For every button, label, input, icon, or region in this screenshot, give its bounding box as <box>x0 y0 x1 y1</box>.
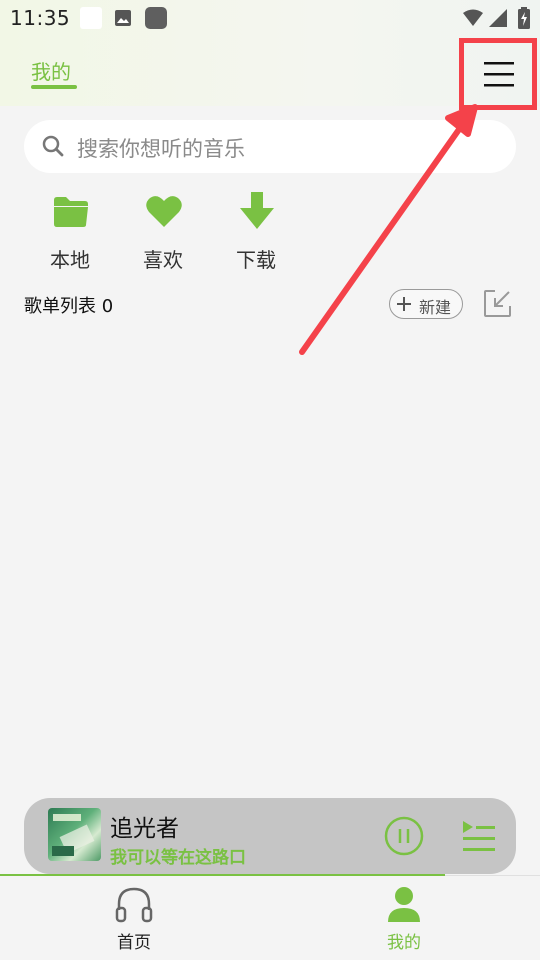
plus-icon <box>397 297 411 311</box>
tab-indicator <box>31 85 77 89</box>
pause-icon[interactable] <box>384 816 424 856</box>
local-label: 本地 <box>50 248 90 272</box>
search-bar[interactable]: 搜索你想听的音乐 <box>24 120 516 173</box>
song-title: 追光者 <box>110 816 179 842</box>
status-time: 11:35 <box>10 6 71 30</box>
headphones-icon <box>115 887 153 923</box>
nav-mine-label: 我的 <box>387 933 421 953</box>
local-button[interactable]: 本地 <box>40 192 100 272</box>
new-playlist-label: 新建 <box>419 298 452 317</box>
playlist-count-title: 歌单列表 0 <box>24 296 114 317</box>
nav-home[interactable]: 首页 <box>94 882 174 954</box>
mini-player[interactable]: 追光者 我可以等在这路口 <box>24 798 516 874</box>
signal-icon <box>489 9 507 27</box>
search-icon <box>42 135 64 157</box>
image-icon <box>115 10 131 26</box>
download-label: 下载 <box>236 248 276 272</box>
tab-mine[interactable]: 我的 <box>31 56 71 85</box>
favorites-button[interactable]: 喜欢 <box>133 192 193 272</box>
new-playlist-button[interactable]: 新建 <box>389 289 463 319</box>
folder-icon <box>54 197 88 227</box>
battery-icon <box>518 7 530 29</box>
status-bar: 11:35 <box>0 0 540 36</box>
search-placeholder: 搜索你想听的音乐 <box>77 137 245 161</box>
wifi-icon <box>463 9 483 26</box>
heart-icon <box>146 196 182 227</box>
app-notification-icon <box>145 7 167 29</box>
menu-icon <box>484 62 514 87</box>
download-button[interactable]: 下载 <box>226 192 286 272</box>
menu-button[interactable] <box>459 38 537 110</box>
favorites-label: 喜欢 <box>143 248 183 272</box>
notification-icon <box>80 7 102 29</box>
import-icon[interactable] <box>483 289 512 318</box>
nav-home-label: 首页 <box>117 933 151 953</box>
person-icon <box>388 887 420 922</box>
divider <box>445 875 540 876</box>
album-art <box>48 808 101 861</box>
song-lyric: 我可以等在这路口 <box>110 848 246 868</box>
nav-mine[interactable]: 我的 <box>364 882 444 954</box>
playback-progress <box>0 874 445 876</box>
play-queue-icon[interactable] <box>461 818 497 854</box>
download-icon <box>240 192 274 229</box>
